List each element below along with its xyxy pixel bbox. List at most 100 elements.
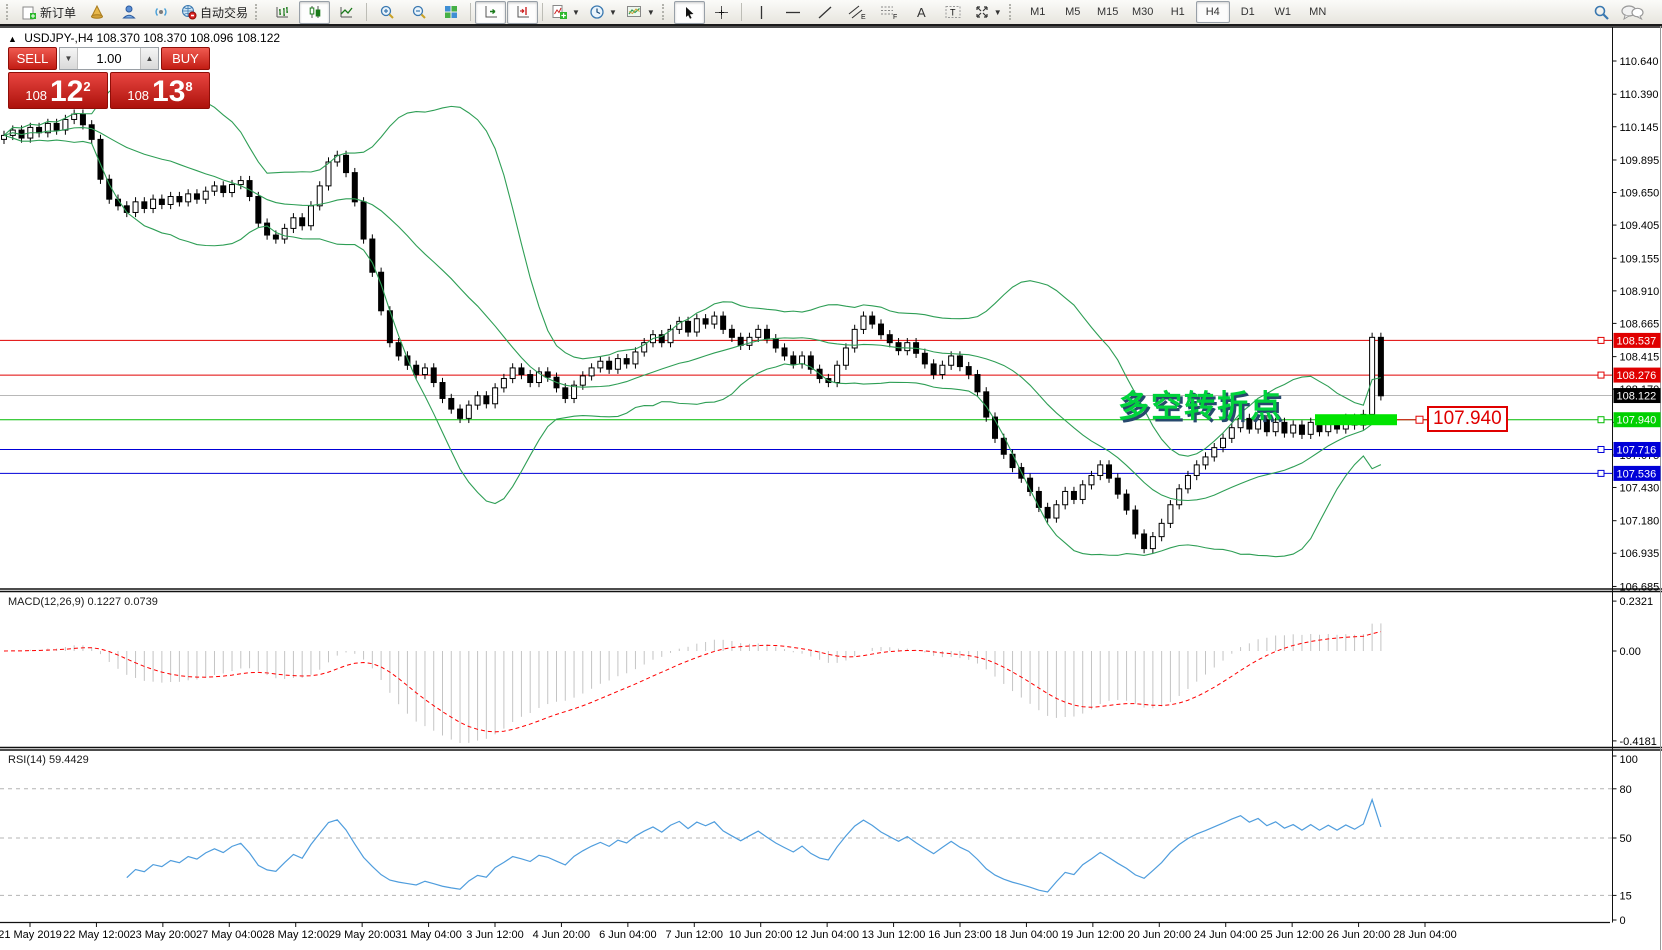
templates-button[interactable]: ▼ (622, 1, 659, 24)
vertical-line-icon (755, 5, 768, 20)
clock-icon (589, 4, 605, 20)
symbol-period-label: USDJPY-,H4 (24, 31, 93, 45)
bar-chart-icon (275, 4, 291, 20)
new-order-button[interactable]: 新订单 (18, 1, 80, 24)
dropdown-caret: ▼ (609, 8, 617, 17)
arrows-button[interactable]: ▼ (970, 1, 1006, 24)
text-button[interactable]: A (906, 1, 937, 24)
macd-indicator-label: MACD(12,26,9) 0.1227 0.0739 (8, 596, 158, 608)
chart-annotation-text: 多空转折点 (1118, 381, 1283, 426)
crosshair-button[interactable] (706, 1, 737, 24)
cursor-button[interactable] (674, 1, 705, 24)
sell-button[interactable]: SELL (8, 47, 57, 70)
search-icon[interactable] (1593, 4, 1610, 21)
crosshair-icon (714, 5, 729, 20)
periods-button[interactable]: ▼ (585, 1, 621, 24)
channel-icon: E (848, 4, 866, 20)
timeframe-button-m5[interactable]: M5 (1056, 1, 1090, 23)
indicators-button[interactable]: ▼ (547, 1, 584, 24)
candlestick-chart-button[interactable] (299, 1, 330, 24)
toolbar-separator (366, 3, 367, 21)
toolbar: 新订单 自动交易 ▼ ▼ (0, 0, 1662, 26)
community-person-icon (121, 4, 137, 20)
vertical-line-button[interactable] (746, 1, 777, 24)
chat-icon[interactable] (1620, 4, 1644, 21)
text-tool-glyph: A (917, 5, 926, 20)
symbol-info-line: ▲ USDJPY-,H4 108.370 108.370 108.096 108… (8, 31, 280, 45)
tile-windows-icon (443, 4, 459, 20)
buy-button[interactable]: BUY (161, 47, 210, 70)
bar-chart-button[interactable] (267, 1, 298, 24)
trendline-icon (817, 5, 833, 20)
callout-anchor-square (1416, 416, 1423, 423)
auto-scroll-button[interactable] (475, 1, 506, 24)
time-axis[interactable] (0, 923, 1610, 950)
new-order-icon (22, 5, 37, 20)
toolbar-separator (542, 3, 543, 21)
chart-canvas[interactable]: 110.640110.390110.145109.895109.650109.4… (0, 0, 1662, 950)
toolbar-grip (1009, 4, 1016, 20)
volume-input[interactable] (78, 48, 140, 69)
sell-price-prefix: 108 (25, 88, 47, 103)
volume-decrease-button[interactable]: ▼ (60, 48, 78, 69)
rsi-line (127, 800, 1381, 892)
one-click-trading-panel: SELL ▼ ▲ BUY 108 12 2 108 13 8 (8, 47, 210, 109)
sell-price-tile[interactable]: 108 12 2 (8, 72, 108, 109)
horizontal-line-button[interactable] (778, 1, 809, 24)
zoom-in-button[interactable] (371, 1, 402, 24)
price-axis[interactable] (1613, 28, 1661, 922)
tile-windows-button[interactable] (435, 1, 466, 24)
timeframe-button-mn[interactable]: MN (1301, 1, 1335, 23)
svg-text:T: T (950, 8, 956, 18)
toolbar-grip (255, 4, 262, 20)
chart-shift-button[interactable] (507, 1, 538, 24)
highlight-rectangle (1315, 414, 1397, 425)
fibonacci-button[interactable]: F (874, 1, 905, 24)
template-chart-icon (626, 4, 643, 20)
svg-text:F: F (893, 14, 897, 20)
indicators-icon (551, 4, 568, 20)
line-chart-button[interactable] (331, 1, 362, 24)
autotrade-globe-icon (181, 4, 197, 20)
auto-scroll-icon (483, 4, 499, 20)
timeframe-button-m1[interactable]: M1 (1021, 1, 1055, 23)
signals-button[interactable] (145, 1, 176, 24)
zoom-out-icon (411, 4, 427, 20)
buy-price-prefix: 108 (127, 88, 149, 103)
gold-cone-icon (89, 4, 105, 20)
chart-shift-icon (515, 4, 531, 20)
toolbar-grip (662, 4, 669, 20)
bollinger-bands (4, 82, 1381, 556)
broadcast-icon (153, 4, 169, 20)
timeframe-button-h1[interactable]: H1 (1161, 1, 1195, 23)
price-callout-label: 107.940 (1427, 406, 1508, 432)
timeframe-button-h4[interactable]: H4 (1196, 1, 1230, 23)
zoom-out-button[interactable] (403, 1, 434, 24)
collapse-triangle-icon[interactable]: ▲ (8, 34, 17, 44)
buy-price-sup: 8 (185, 79, 192, 94)
timeframe-button-w1[interactable]: W1 (1266, 1, 1300, 23)
ohlc-values: 108.370 108.370 108.096 108.122 (97, 31, 281, 45)
autotrade-button[interactable]: 自动交易 (177, 1, 252, 24)
timeframe-button-m30[interactable]: M30 (1126, 1, 1160, 23)
metaquotes-button[interactable] (81, 1, 112, 24)
autotrade-label: 自动交易 (200, 4, 248, 21)
macd-layer (4, 623, 1381, 743)
trendline-button[interactable] (810, 1, 841, 24)
arrows-tool-icon (974, 4, 990, 20)
rsi-indicator-label: RSI(14) 59.4429 (8, 754, 89, 766)
equidistant-channel-button[interactable]: E (842, 1, 873, 24)
horizontal-line-icon (785, 5, 801, 20)
line-chart-icon (339, 4, 355, 20)
svg-text:E: E (861, 14, 866, 20)
text-label-button[interactable]: T (938, 1, 969, 24)
community-button[interactable] (113, 1, 144, 24)
dropdown-caret: ▼ (994, 8, 1002, 17)
dropdown-caret: ▼ (572, 8, 580, 17)
volume-control: ▼ ▲ (59, 47, 159, 70)
timeframe-button-m15[interactable]: M15 (1091, 1, 1125, 23)
timeframe-button-d1[interactable]: D1 (1231, 1, 1265, 23)
buy-price-tile[interactable]: 108 13 8 (110, 72, 210, 109)
volume-increase-button[interactable]: ▲ (140, 48, 158, 69)
timeframe-bar: M1M5M15M30H1H4D1W1MN (1021, 1, 1335, 23)
